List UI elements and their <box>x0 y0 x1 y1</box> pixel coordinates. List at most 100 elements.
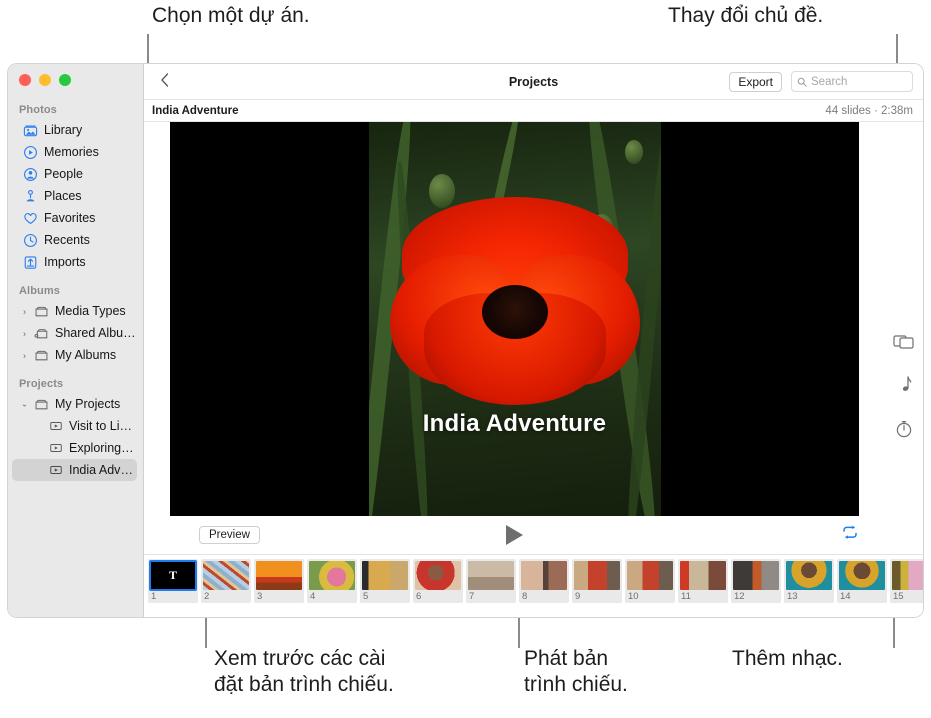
thumbnail-number: 6 <box>416 591 422 602</box>
play-icon <box>506 525 523 545</box>
window-controls <box>19 74 71 86</box>
sidebar-item-my-albums[interactable]: › My Albums <box>12 344 137 366</box>
callout-preview-settings: Xem trước các cài đặt bản trình chiếu. <box>214 647 394 696</box>
library-icon <box>23 123 38 138</box>
thumbnail-item[interactable]: 4 <box>307 559 357 603</box>
chevron-right-icon[interactable]: › <box>20 328 29 338</box>
thumbnail-item[interactable]: 15 <box>890 559 923 603</box>
thumbnail-item[interactable]: 5 <box>360 559 410 603</box>
thumbnail-item[interactable]: 8 <box>519 559 569 603</box>
sidebar-item-label: Memories <box>44 145 99 159</box>
sidebar-item-label: Imports <box>44 255 86 269</box>
slideshow-icon <box>48 441 63 456</box>
chevron-right-icon[interactable]: › <box>20 306 29 316</box>
sidebar-item-label: Visit to Lisbon <box>69 419 137 433</box>
thumbnail-image <box>521 561 567 590</box>
preview-button[interactable]: Preview <box>199 526 260 544</box>
slide-count-duration: 44 slides · 2:38m <box>825 104 913 117</box>
thumbnail-number: 11 <box>681 591 691 602</box>
stage-wrapper: India Adventure Preview <box>144 122 923 554</box>
sidebar-item-my-projects[interactable]: ⌄ My Projects <box>12 393 137 415</box>
thumbnail-item[interactable]: 7 <box>466 559 516 603</box>
sidebar-item-india-adventure[interactable]: India Adventure <box>12 459 137 481</box>
chevron-left-icon <box>161 73 169 87</box>
theme-icon <box>893 335 914 349</box>
loop-icon <box>843 525 857 539</box>
thumbnail-item[interactable]: 11 <box>678 559 728 603</box>
sidebar-item-label: Exploring Mor... <box>69 441 137 455</box>
music-button[interactable] <box>893 374 915 396</box>
project-subbar: India Adventure 44 slides · 2:38m <box>144 100 923 122</box>
sidebar-section-projects-header: Projects <box>19 378 64 390</box>
sidebar-item-recents[interactable]: Recents <box>12 229 137 251</box>
thumbnail-number: 9 <box>575 591 581 602</box>
thumbnail-item[interactable]: 14 <box>837 559 887 603</box>
thumbnail-item[interactable]: 6 <box>413 559 463 603</box>
slideshow-icon <box>48 419 63 434</box>
thumbnail-image <box>839 561 885 590</box>
maximize-window-button[interactable] <box>59 74 71 86</box>
sidebar-item-media-types[interactable]: › Media Types <box>12 300 137 322</box>
thumbnail-number: 10 <box>628 591 639 602</box>
loop-button[interactable] <box>841 525 859 545</box>
stage: India Adventure Preview <box>144 122 885 554</box>
sidebar-item-label: Shared Albums <box>55 326 137 340</box>
minimize-window-button[interactable] <box>39 74 51 86</box>
people-icon <box>23 167 38 182</box>
sidebar-item-label: My Albums <box>55 348 117 362</box>
thumbnail-image <box>574 561 620 590</box>
sidebar: Photos Library Memories People Places Fa… <box>8 64 144 617</box>
photos-app-window: Photos Library Memories People Places Fa… <box>8 64 923 617</box>
sidebar-item-library[interactable]: Library <box>12 119 137 141</box>
search-input[interactable]: Search <box>811 76 847 88</box>
import-icon <box>23 255 38 270</box>
sidebar-item-shared-albums[interactable]: › Shared Albums <box>12 322 137 344</box>
sidebar-item-imports[interactable]: Imports <box>12 251 137 273</box>
folder-icon <box>34 397 49 412</box>
thumbnail-number: 5 <box>363 591 369 602</box>
thumbnail-item[interactable]: 10 <box>625 559 675 603</box>
theme-button[interactable] <box>893 330 915 352</box>
thumbnail-item[interactable]: 2 <box>201 559 251 603</box>
thumbnail-item[interactable]: 9 <box>572 559 622 603</box>
sidebar-item-label: Library <box>44 123 83 137</box>
sidebar-item-label: India Adventure <box>69 463 137 477</box>
thumbnail-image <box>786 561 832 590</box>
callout-add-music: Thêm nhạc. <box>732 647 843 670</box>
slide-title-text: India Adventure <box>422 410 607 437</box>
thumbnail-number: 4 <box>310 591 316 602</box>
sidebar-item-places[interactable]: Places <box>12 185 137 207</box>
thumbnail-number: 2 <box>204 591 210 602</box>
sidebar-item-exploring-morocco[interactable]: Exploring Mor... <box>12 437 137 459</box>
sidebar-item-people[interactable]: People <box>12 163 137 185</box>
thumbnail-number: 7 <box>469 591 475 602</box>
heart-icon <box>23 211 38 226</box>
sidebar-item-visit-to-lisbon[interactable]: Visit to Lisbon <box>12 415 137 437</box>
playback-controls: Preview <box>144 516 885 554</box>
duration-button[interactable] <box>893 418 915 440</box>
project-name: India Adventure <box>152 104 239 117</box>
thumbnail-image: T <box>149 560 197 591</box>
close-window-button[interactable] <box>19 74 31 86</box>
slide-filmstrip[interactable]: T 1 2 3 4 5 6 7 8 9 10 11 12 13 14 15 <box>144 554 923 617</box>
export-button[interactable]: Export <box>729 71 782 92</box>
chevron-right-icon[interactable]: › <box>20 350 29 360</box>
thumbnail-item[interactable]: 3 <box>254 559 304 603</box>
thumbnail-item[interactable]: 13 <box>784 559 834 603</box>
search-field[interactable]: Search <box>791 71 913 92</box>
thumbnail-image <box>256 561 302 590</box>
play-button[interactable] <box>504 525 526 545</box>
content-area: Projects Export Search India Adventure 4… <box>144 64 923 617</box>
thumbnail-item[interactable]: T 1 <box>148 559 198 603</box>
chevron-down-icon[interactable]: ⌄ <box>20 400 29 409</box>
callout-change-theme: Thay đổi chủ đề. <box>668 4 824 27</box>
sidebar-item-memories[interactable]: Memories <box>12 141 137 163</box>
slide-preview[interactable]: India Adventure <box>170 122 859 516</box>
sidebar-scroll-area[interactable]: Photos Library Memories People Places Fa… <box>8 64 143 481</box>
back-button[interactable] <box>150 72 180 91</box>
inspector-rail <box>885 122 923 554</box>
thumbnail-image <box>309 561 355 590</box>
callout-choose-project: Chọn một dự án. <box>152 4 310 27</box>
sidebar-item-favorites[interactable]: Favorites <box>12 207 137 229</box>
thumbnail-item[interactable]: 12 <box>731 559 781 603</box>
